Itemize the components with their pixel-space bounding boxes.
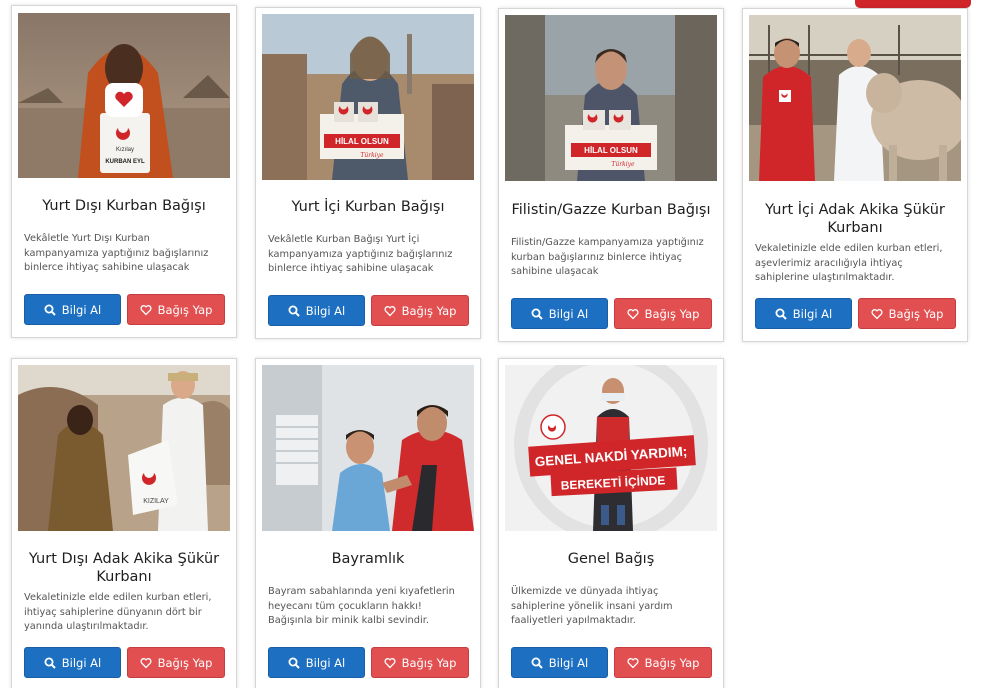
donate-button-label: Bağış Yap (157, 302, 213, 317)
search-icon (531, 308, 543, 320)
svg-text:KURBAN EYL: KURBAN EYL (105, 159, 145, 165)
info-button-label: Bilgi Al (305, 303, 346, 318)
info-button[interactable]: Bilgi Al (511, 298, 608, 329)
card-yurt-disi-adak-akika: KIZILAY Yurt Dışı Adak Akika Şükür Kurba… (11, 358, 237, 688)
top-red-tab[interactable] (855, 0, 971, 8)
donate-button[interactable]: Bağış Yap (127, 647, 225, 678)
donate-button-label: Bağış Yap (401, 655, 457, 670)
search-icon (44, 304, 56, 316)
heart-icon (140, 304, 152, 316)
svg-text:Türkiye: Türkiye (611, 161, 635, 168)
heart-icon (384, 305, 396, 317)
card-title: Yurt Dışı Adak Akika Şükür Kurbanı (28, 551, 220, 585)
card-genel-bagis: GENEL NAKDİ YARDIM; BEREKETİ İÇİNDE Gene… (498, 358, 724, 688)
card-description: Vekâletle Yurt Dışı Kurban kampanyamıza … (24, 233, 209, 273)
card-title: Bayramlık (331, 551, 405, 567)
info-button-label: Bilgi Al (548, 655, 589, 670)
info-button[interactable]: Bilgi Al (268, 295, 365, 326)
card-yurt-ici-kurban: HİLAL OLSUN Türkiye Yurt İçi Kurban Bağı… (255, 7, 481, 339)
card-title: Yurt Dışı Kurban Bağışı (42, 198, 206, 214)
card-description: Vekâletle Kurban Bağışı Yurt İçi kampany… (268, 234, 453, 274)
info-button-label: Bilgi Al (61, 655, 102, 670)
donate-button[interactable]: Bağış Yap (614, 298, 712, 329)
card-description: Ülkemizde ve dünyada ihtiyaç sahiplerine… (511, 586, 673, 626)
donate-button[interactable]: Bağış Yap (614, 647, 712, 678)
heart-icon (627, 308, 639, 320)
card-description: Vekaletinizle elde edilen kurban etleri,… (755, 243, 943, 283)
heart-icon (384, 657, 396, 669)
info-button-label: Bilgi Al (548, 306, 589, 321)
donate-button-label: Bağış Yap (157, 655, 213, 670)
card-description: Bayram sabahlarında yeni kıyafetlerin he… (268, 586, 455, 626)
card-yurt-ici-adak-akika: Yurt İçi Adak Akika Şükür Kurbanı Vekale… (742, 8, 968, 342)
card-photo: Kızılay KURBAN EYL (18, 13, 230, 178)
info-button-label: Bilgi Al (61, 302, 102, 317)
card-title: Yurt İçi Kurban Bağışı (291, 199, 445, 215)
info-button[interactable]: Bilgi Al (511, 647, 608, 678)
card-yurt-disi-kurban: Kızılay KURBAN EYL Yurt Dışı Kurban Bağı… (11, 5, 237, 338)
donate-button-label: Bağış Yap (644, 306, 700, 321)
donate-button-label: Bağış Yap (401, 303, 457, 318)
svg-text:Kızılay: Kızılay (116, 147, 134, 153)
info-button[interactable]: Bilgi Al (755, 298, 852, 329)
svg-text:KIZILAY: KIZILAY (143, 498, 169, 505)
card-photo: HİLAL OLSUN Türkiye (262, 14, 474, 180)
heart-icon (871, 308, 883, 320)
card-description: Filistin/Gazze kampanyamıza yaptığınız k… (511, 237, 704, 277)
info-button[interactable]: Bilgi Al (24, 647, 121, 678)
heart-icon (140, 657, 152, 669)
search-icon (44, 657, 56, 669)
search-icon (775, 308, 787, 320)
donate-button-label: Bağış Yap (888, 306, 944, 321)
card-bayramlik: Bayramlık Bayram sabahlarında yeni kıyaf… (255, 358, 481, 688)
info-button-label: Bilgi Al (305, 655, 346, 670)
card-filistin-gazze-kurban: HİLAL OLSUN Türkiye Filistin/Gazze Kurba… (498, 8, 724, 342)
svg-text:HİLAL OLSUN: HİLAL OLSUN (335, 137, 389, 146)
card-photo: HİLAL OLSUN Türkiye (505, 15, 717, 181)
donate-button-label: Bağış Yap (644, 655, 700, 670)
donate-button[interactable]: Bağış Yap (858, 298, 956, 329)
info-button[interactable]: Bilgi Al (268, 647, 365, 678)
card-title: Yurt İçi Adak Akika Şükür Kurbanı (765, 202, 945, 236)
heart-icon (627, 657, 639, 669)
info-button-label: Bilgi Al (792, 306, 833, 321)
search-icon (288, 305, 300, 317)
donate-button[interactable]: Bağış Yap (127, 294, 225, 325)
donate-button[interactable]: Bağış Yap (371, 295, 469, 326)
search-icon (288, 657, 300, 669)
card-photo (749, 15, 961, 181)
svg-text:Türkiye: Türkiye (360, 152, 384, 159)
card-photo: KIZILAY (18, 365, 230, 531)
info-button[interactable]: Bilgi Al (24, 294, 121, 325)
card-description: Vekaletinizle elde edilen kurban etleri,… (24, 592, 212, 632)
donate-button[interactable]: Bağış Yap (371, 647, 469, 678)
card-photo: GENEL NAKDİ YARDIM; BEREKETİ İÇİNDE (505, 365, 717, 531)
svg-text:HİLAL OLSUN: HİLAL OLSUN (584, 146, 638, 155)
card-title: Filistin/Gazze Kurban Bağışı (511, 202, 711, 218)
card-title: Genel Bağış (567, 551, 655, 567)
search-icon (531, 657, 543, 669)
card-photo (262, 365, 474, 531)
